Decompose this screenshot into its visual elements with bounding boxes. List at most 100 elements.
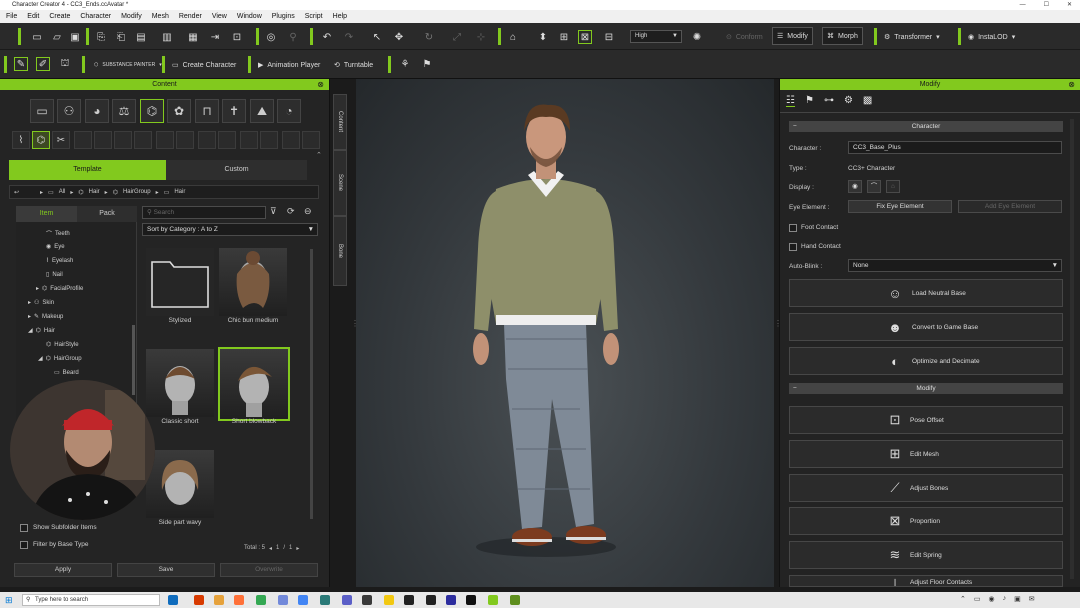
light-icon[interactable]: ✺ bbox=[690, 30, 704, 44]
close-icon[interactable]: ✕ bbox=[1067, 0, 1072, 10]
breadcrumb-all[interactable]: All bbox=[59, 189, 66, 195]
menu-create[interactable]: Create bbox=[49, 13, 70, 20]
thumbnail-classic-short[interactable] bbox=[146, 349, 214, 417]
side-tab-bone[interactable]: Bone bbox=[333, 216, 347, 286]
display-bone-icon[interactable]: ⌂ bbox=[886, 180, 900, 193]
arrow-out-icon[interactable]: ⇥ bbox=[208, 30, 222, 44]
iclone-icon[interactable] bbox=[510, 595, 520, 605]
adjust-bones-button[interactable]: ⟋ Adjust Bones bbox=[789, 474, 1063, 502]
tab-custom[interactable]: Custom bbox=[166, 160, 307, 180]
thumbnail-stylized[interactable] bbox=[146, 248, 214, 316]
hair-icon[interactable]: ⌬ bbox=[140, 99, 164, 123]
sliders-icon[interactable]: ☷ bbox=[786, 95, 795, 107]
hair-sub-icon[interactable]: ⌇ bbox=[12, 131, 30, 149]
thumbnail-side-part-wavy[interactable] bbox=[146, 450, 214, 518]
app-icon[interactable] bbox=[298, 595, 308, 605]
tree-item-hairgroup[interactable]: ◢ ⌬ HairGroup bbox=[38, 355, 82, 363]
redo-icon[interactable]: ↷ bbox=[342, 30, 356, 44]
overwrite-button[interactable]: Overwrite bbox=[220, 563, 318, 577]
breadcrumb-hairgroup[interactable]: HairGroup bbox=[123, 189, 151, 195]
tab-pack[interactable]: Pack bbox=[77, 206, 137, 222]
pose-offset-button[interactable]: ⊡ Pose Offset bbox=[789, 406, 1063, 434]
filter-icon[interactable]: ⊽ bbox=[270, 206, 277, 217]
create-character-button[interactable]: ▭ Create Character bbox=[168, 56, 240, 74]
material-icon[interactable]: ◕ bbox=[85, 99, 109, 123]
tree-item-nail[interactable]: ▯ Nail bbox=[46, 271, 63, 279]
modify-button[interactable]: ☰ Modify bbox=[772, 27, 813, 45]
edit-spring-button[interactable]: ≋ Edit Spring bbox=[789, 541, 1063, 569]
app-icon[interactable] bbox=[384, 595, 394, 605]
tree-item-hairstyle[interactable]: ⌬ HairStyle bbox=[46, 341, 79, 349]
accessory-icon[interactable]: ✿ bbox=[167, 99, 191, 123]
menu-character[interactable]: Character bbox=[80, 13, 111, 20]
adjust-icon[interactable]: ⊶ bbox=[824, 95, 834, 107]
system-tray[interactable]: ⌃ ▭ ◉ ♪ ▣ ✉ bbox=[960, 595, 1035, 603]
pose-icon[interactable]: ✝ bbox=[222, 99, 246, 123]
morph-button[interactable]: ⌘ Morph bbox=[822, 27, 863, 45]
smart-gallery-icon[interactable]: ⛫ bbox=[58, 57, 72, 71]
tree-item-teeth[interactable]: ⌒ Teeth bbox=[46, 229, 70, 239]
search-input[interactable]: ⚲ Search bbox=[142, 206, 266, 219]
app-icon[interactable] bbox=[466, 595, 476, 605]
pivot-icon[interactable]: ⊹ bbox=[474, 30, 488, 44]
menu-render[interactable]: Render bbox=[179, 13, 202, 20]
display-mesh-icon[interactable]: ⌒ bbox=[867, 180, 881, 193]
character-name-field[interactable]: CC3_Base_Plus bbox=[848, 141, 1062, 154]
windows-start-icon[interactable]: ⊞ bbox=[5, 595, 13, 606]
open-folder-icon[interactable]: ▱ bbox=[50, 30, 64, 44]
fix-eye-button[interactable]: Fix Eye Element bbox=[848, 200, 952, 213]
substance-button[interactable]: ⬡ SUBSTANCE PAINTER ▾ bbox=[90, 56, 166, 74]
wireframe-icon[interactable]: ⊠ bbox=[578, 30, 592, 44]
conform-button[interactable]: ⊙ Conform bbox=[722, 28, 767, 46]
send-icon[interactable]: ▥ bbox=[160, 30, 174, 44]
material-icon[interactable]: ⚙ bbox=[844, 95, 853, 107]
clothing-icon[interactable]: ⚖ bbox=[112, 99, 136, 123]
breadcrumb-hair[interactable]: Hair bbox=[89, 189, 100, 195]
discord-icon[interactable] bbox=[278, 595, 288, 605]
close-icon[interactable]: ⊗ bbox=[1068, 79, 1075, 90]
add-eye-button[interactable]: Add Eye Element bbox=[958, 200, 1062, 213]
tree-item-beard[interactable]: ▭ Beard bbox=[54, 369, 79, 377]
select-icon[interactable]: ↖ bbox=[370, 30, 384, 44]
app-icon[interactable] bbox=[426, 595, 436, 605]
maximize-icon[interactable]: ☐ bbox=[1044, 0, 1049, 10]
breadcrumb-hair-leaf[interactable]: Hair bbox=[174, 189, 185, 195]
sort-select[interactable]: Sort by Category : A to Z ▼ bbox=[142, 223, 318, 236]
tree-item-hair[interactable]: ◢ ⌬ Hair bbox=[28, 327, 55, 335]
pose-icon[interactable]: ⚘ bbox=[398, 57, 412, 71]
pin-icon[interactable]: ⚲ bbox=[286, 30, 300, 44]
transformer-button[interactable]: ⚙ Transformer ▾ bbox=[880, 28, 944, 46]
convert-game-button[interactable]: ☻ Convert to Game Base bbox=[789, 313, 1063, 341]
brush-sub-icon[interactable]: ✂ bbox=[52, 131, 70, 149]
fit-icon[interactable]: ⬍ bbox=[536, 30, 550, 44]
animation-player-button[interactable]: ▶ Animation Player bbox=[254, 56, 324, 74]
screen-icon[interactable]: ⊡ bbox=[230, 30, 244, 44]
premiere-icon[interactable] bbox=[446, 595, 456, 605]
light-icon[interactable]: ◔ bbox=[277, 99, 301, 123]
modify-scrollbar[interactable] bbox=[1070, 119, 1074, 579]
quality-select[interactable]: High ▼ bbox=[630, 30, 682, 43]
tree-item-eyelash[interactable]: ⌇ Eyelash bbox=[46, 257, 73, 265]
menu-mesh[interactable]: Mesh bbox=[152, 13, 169, 20]
proportion-button[interactable]: ⊠ Proportion bbox=[789, 507, 1063, 535]
taskview-icon[interactable] bbox=[168, 595, 178, 605]
options-icon[interactable]: ⊖ bbox=[304, 206, 312, 217]
render-icon[interactable]: ▦ bbox=[186, 30, 200, 44]
undo-icon[interactable]: ↶ bbox=[320, 30, 334, 44]
import-icon[interactable]: ⎘ bbox=[94, 30, 108, 44]
run-icon[interactable]: ⚑ bbox=[805, 95, 814, 107]
app-icon[interactable] bbox=[342, 595, 352, 605]
scene-icon[interactable]: ⛰ bbox=[250, 99, 274, 123]
flag-icon[interactable]: ⚑ bbox=[420, 57, 434, 71]
app-icon[interactable] bbox=[320, 595, 330, 605]
character-icon[interactable]: ⚇ bbox=[57, 99, 81, 123]
skingen-icon[interactable]: ✐ bbox=[36, 57, 50, 71]
firefox-icon[interactable] bbox=[234, 595, 244, 605]
hand-contact-checkbox[interactable] bbox=[789, 243, 797, 251]
autoblink-select[interactable]: None ▼ bbox=[848, 259, 1062, 272]
left-resize-handle[interactable]: ⋮ bbox=[351, 319, 359, 328]
tree-item-makeup[interactable]: ▸ ✎ Makeup bbox=[28, 313, 63, 321]
collapse-icon[interactable]: ⌃ bbox=[316, 151, 322, 159]
close-icon[interactable]: ⊗ bbox=[317, 79, 324, 90]
modify-section[interactable]: − Modify bbox=[789, 383, 1063, 394]
